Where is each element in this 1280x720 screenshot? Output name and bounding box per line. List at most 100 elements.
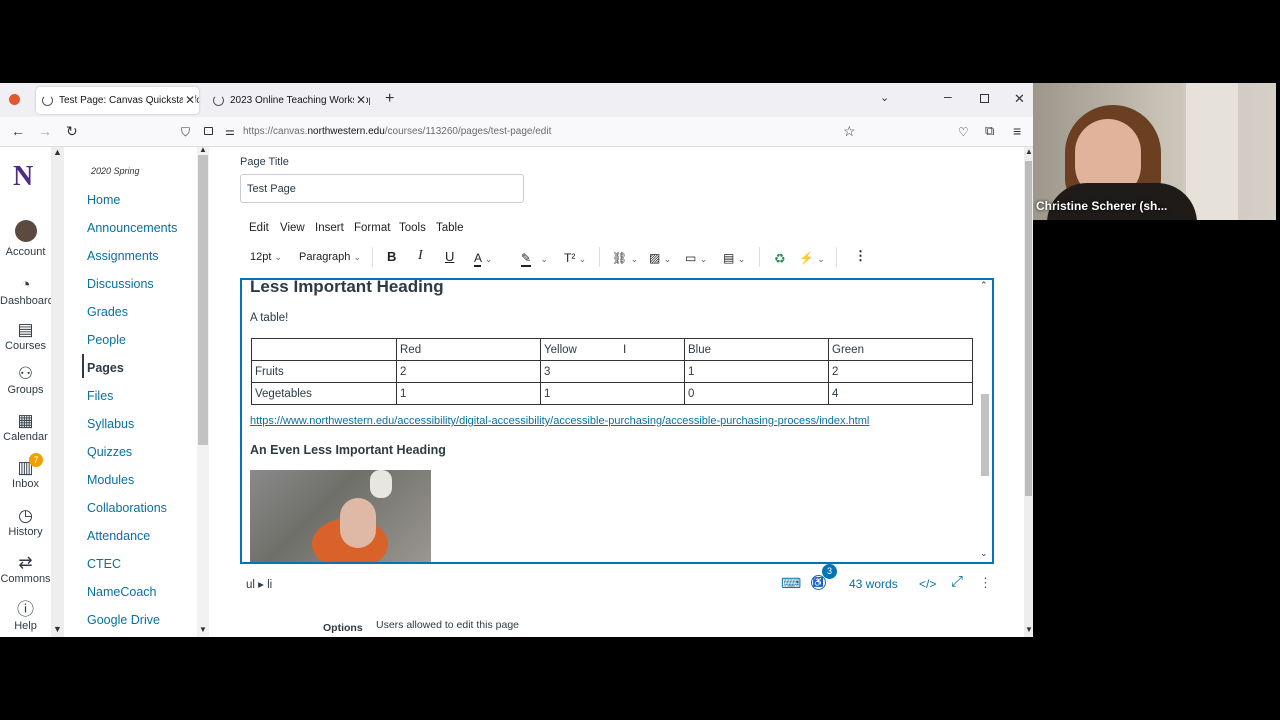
course-nav-home[interactable]: Home bbox=[87, 193, 120, 207]
nav-groups[interactable]: ⚇ Groups bbox=[0, 364, 51, 396]
course-nav-attendance[interactable]: Attendance bbox=[87, 529, 150, 543]
table-cell[interactable]: 2 bbox=[396, 360, 541, 383]
fullscreen-icon[interactable]: ⤢ bbox=[951, 573, 963, 590]
menu-view[interactable]: View bbox=[280, 222, 305, 234]
font-size-select[interactable]: 12pt ⌄ bbox=[250, 251, 282, 263]
firefox-view-icon[interactable] bbox=[9, 94, 20, 105]
underline-button[interactable]: U bbox=[445, 249, 454, 264]
word-count[interactable]: 43 words bbox=[849, 577, 898, 591]
nav-dashboard[interactable]: ◔ Dashboard bbox=[0, 275, 54, 307]
course-nav-syllabus[interactable]: Syllabus bbox=[87, 417, 134, 431]
table-cell[interactable]: Vegetables bbox=[251, 382, 397, 405]
accessibility-link[interactable]: https://www.northwestern.edu/accessibili… bbox=[250, 415, 869, 427]
app-menu-icon[interactable]: ≡ bbox=[1013, 123, 1021, 139]
close-window-icon[interactable]: ✕ bbox=[1014, 91, 1025, 107]
scroll-down-icon[interactable]: ▼ bbox=[53, 624, 62, 634]
course-nav-people[interactable]: People bbox=[87, 333, 126, 347]
scroll-down-icon[interactable]: ▼ bbox=[1025, 625, 1033, 634]
media-button[interactable]: ▭ ⌄ bbox=[685, 251, 707, 265]
global-nav-scrollbar[interactable]: ▲ ▼ bbox=[51, 147, 64, 637]
editor-scrollbar[interactable]: ⌃ ⌄ bbox=[978, 280, 992, 562]
table-cell[interactable] bbox=[251, 338, 397, 361]
edit-permission-value[interactable]: Users allowed to edit this page bbox=[376, 619, 519, 631]
table-cell[interactable]: Fruits bbox=[251, 360, 397, 383]
menu-insert[interactable]: Insert bbox=[315, 222, 344, 234]
extensions-icon[interactable]: ⧉ bbox=[985, 123, 994, 139]
scroll-up-icon[interactable]: ⌃ bbox=[980, 280, 988, 291]
course-nav-assignments[interactable]: Assignments bbox=[87, 249, 159, 263]
table-cell[interactable]: Yellow bbox=[540, 338, 685, 361]
table-cell[interactable]: 3 bbox=[540, 360, 685, 383]
course-nav-discussions[interactable]: Discussions bbox=[87, 277, 154, 291]
course-nav-scrollbar[interactable]: ▲ ▼ bbox=[197, 147, 209, 637]
url-field[interactable]: https://canvas.northwestern.edu/courses/… bbox=[243, 126, 551, 137]
table-cell[interactable]: 2 bbox=[828, 360, 973, 383]
nav-history[interactable]: ◷ History bbox=[0, 506, 51, 538]
reload-icon[interactable]: ↻ bbox=[66, 123, 78, 140]
scroll-up-icon[interactable]: ▲ bbox=[53, 147, 62, 157]
apps-button[interactable]: ♻ bbox=[774, 251, 786, 267]
content-table[interactable]: Red Yellow Blue Green Fruits 2 3 1 2 Veg… bbox=[251, 338, 973, 405]
accessibility-checker-button[interactable]: ♿ 3 bbox=[811, 564, 837, 590]
table-cell[interactable]: 1 bbox=[684, 360, 829, 383]
nav-help[interactable]: ⓘ Help bbox=[0, 600, 51, 632]
menu-tools[interactable]: Tools bbox=[399, 222, 426, 234]
course-nav-pages[interactable]: Pages bbox=[87, 361, 124, 375]
course-nav-namecoach[interactable]: NameCoach bbox=[87, 585, 156, 599]
menu-table[interactable]: Table bbox=[436, 222, 464, 234]
shield-icon[interactable]: ⛉ bbox=[181, 125, 190, 140]
table-cell[interactable]: Red bbox=[396, 338, 541, 361]
page-scrollbar[interactable]: ▲ ▼ bbox=[1024, 147, 1033, 637]
forward-icon[interactable]: → bbox=[38, 123, 52, 139]
block-format-select[interactable]: Paragraph ⌄ bbox=[299, 251, 361, 263]
resize-handle-icon[interactable]: ⋮ bbox=[979, 575, 992, 591]
scroll-up-icon[interactable]: ▲ bbox=[1025, 147, 1033, 156]
minimize-icon[interactable]: – bbox=[944, 88, 952, 104]
keyboard-shortcuts-icon[interactable]: ⌨ bbox=[781, 575, 801, 592]
course-nav-google-drive[interactable]: Google Drive bbox=[87, 613, 160, 627]
course-nav-modules[interactable]: Modules bbox=[87, 473, 134, 487]
element-path[interactable]: ul ▸ li bbox=[246, 577, 272, 591]
scroll-down-icon[interactable]: ⌄ bbox=[980, 548, 988, 559]
close-tab-icon[interactable]: ✕ bbox=[182, 93, 195, 107]
image-button[interactable]: ▨ ⌄ bbox=[649, 251, 671, 265]
restore-icon[interactable] bbox=[980, 94, 989, 103]
scrollbar-thumb[interactable] bbox=[198, 155, 208, 445]
menu-format[interactable]: Format bbox=[354, 222, 390, 234]
html-editor-toggle[interactable]: </> bbox=[919, 577, 936, 591]
link-button[interactable]: ⛓ ⌄ bbox=[612, 251, 638, 265]
lock-icon[interactable] bbox=[204, 127, 213, 135]
course-nav-grades[interactable]: Grades bbox=[87, 305, 128, 319]
list-tabs-icon[interactable]: ⌄ bbox=[880, 91, 889, 104]
nav-calendar[interactable]: ▦ Calendar bbox=[0, 411, 51, 443]
scrollbar-thumb[interactable] bbox=[1025, 161, 1032, 496]
nav-inbox[interactable]: ▥ Inbox 7 bbox=[0, 453, 51, 490]
course-nav-quizzes[interactable]: Quizzes bbox=[87, 445, 132, 459]
highlight-button[interactable]: ✎ ⌄ bbox=[521, 251, 548, 267]
pocket-icon[interactable]: ♡ bbox=[958, 125, 969, 139]
tab-workshop[interactable]: 2023 Online Teaching Workshop ✕ bbox=[207, 87, 370, 114]
scroll-up-icon[interactable]: ▲ bbox=[199, 147, 207, 154]
bold-button[interactable]: B bbox=[387, 249, 396, 264]
document-button[interactable]: ▤ ⌄ bbox=[723, 251, 745, 265]
page-title-input[interactable] bbox=[240, 174, 524, 203]
table-cell[interactable]: 1 bbox=[540, 382, 685, 405]
plugin-button[interactable]: ⚡ ⌄ bbox=[799, 251, 825, 265]
italic-button[interactable]: I bbox=[418, 248, 423, 264]
course-nav-files[interactable]: Files bbox=[87, 389, 113, 403]
nav-commons[interactable]: ⇄ Commons bbox=[0, 553, 51, 585]
tab-test-page[interactable]: Test Page: Canvas Quickstart fo ✕ bbox=[36, 87, 199, 114]
nav-account[interactable]: Account bbox=[0, 220, 51, 258]
more-options-icon[interactable]: ⋮ bbox=[854, 248, 867, 264]
scroll-down-icon[interactable]: ▼ bbox=[199, 625, 207, 634]
course-nav-ctec[interactable]: CTEC bbox=[87, 557, 121, 571]
table-cell[interactable]: 0 bbox=[684, 382, 829, 405]
permissions-icon[interactable]: ⚌ bbox=[225, 125, 235, 138]
northwestern-logo[interactable]: N bbox=[13, 161, 33, 193]
text-color-button[interactable]: A ⌄ bbox=[474, 251, 492, 267]
rich-content-editor[interactable]: Less Important Heading A table! Red Yell… bbox=[240, 278, 994, 564]
back-icon[interactable]: ← bbox=[11, 123, 25, 139]
table-cell[interactable]: Blue bbox=[684, 338, 829, 361]
menu-edit[interactable]: Edit bbox=[249, 222, 269, 234]
superscript-button[interactable]: T² ⌄ bbox=[564, 251, 586, 265]
